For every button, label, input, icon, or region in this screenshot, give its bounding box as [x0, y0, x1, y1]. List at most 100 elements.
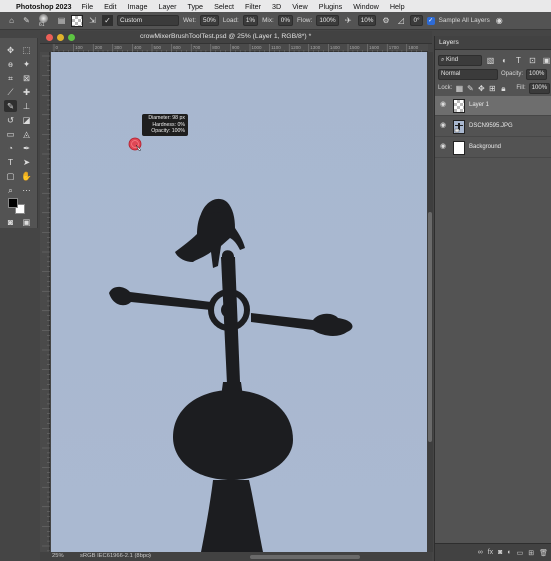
screen-mode-icon[interactable]: ▣ [20, 216, 33, 228]
horizontal-scrollbar-thumb[interactable] [250, 555, 360, 559]
clone-stamp-tool-icon[interactable]: ⊥ [20, 100, 33, 112]
cross-finial [221, 250, 234, 257]
dodge-tool-icon[interactable]: ◔ [4, 142, 17, 154]
clean-brush-icon[interactable]: ✓ [102, 15, 113, 26]
link-layers-icon[interactable]: ∞ [478, 549, 483, 556]
gradient-tool-icon[interactable]: ▭ [4, 128, 17, 140]
type-tool-icon[interactable]: T [4, 156, 17, 168]
brush-settings-icon[interactable]: ▤ [56, 15, 67, 26]
document-canvas[interactable]: Diameter: 98 px Hardness: 0% Opacity: 10… [51, 52, 427, 552]
path-selection-tool-icon[interactable]: ➤ [20, 156, 33, 168]
history-brush-tool-icon[interactable]: ↺ [4, 114, 17, 126]
menu-file[interactable]: File [82, 2, 94, 11]
smart-object-filter-icon[interactable]: ▣ [541, 55, 551, 66]
zoom-tool-icon[interactable]: ⌕ [4, 184, 17, 196]
mixer-brush-tool-button[interactable]: ✎ [4, 100, 17, 112]
preset-dropdown[interactable]: Custom [117, 15, 179, 26]
shape-tool-icon[interactable]: ▢ [4, 170, 17, 182]
layer-row-dscn9595[interactable]: ◉ DSCN9595.JPG [435, 117, 551, 137]
load-brush-icon[interactable]: ⇲ [87, 15, 98, 26]
home-icon[interactable]: ⌂ [6, 15, 17, 26]
layer-row-background[interactable]: ◉ Background [435, 138, 551, 158]
document-tab[interactable]: crowMixerBrushToolTest.psd @ 25% (Layer … [40, 31, 432, 44]
filter-kind-dropdown[interactable]: ⌕ Kind [438, 54, 482, 66]
smoothing-options-icon[interactable]: ⚙ [380, 15, 391, 26]
lock-all-icon[interactable]: 🔒︎ [499, 83, 507, 94]
app-name[interactable]: Photoshop 2023 [16, 2, 72, 11]
zoom-window-button[interactable] [68, 34, 75, 41]
layer-effects-icon[interactable]: fx [488, 549, 493, 556]
menu-help[interactable]: Help [390, 2, 405, 11]
mixer-brush-tool-icon[interactable]: ✎ [21, 15, 32, 26]
menu-window[interactable]: Window [353, 2, 379, 11]
mix-field[interactable]: 0% [277, 15, 294, 26]
foreground-color-swatch-front[interactable] [8, 198, 18, 208]
menu-edit[interactable]: Edit [104, 2, 116, 11]
fill-field[interactable]: 100% [528, 82, 551, 94]
airbrush-icon[interactable]: ✈ [343, 15, 354, 26]
minimize-window-button[interactable] [57, 34, 64, 41]
menu-select[interactable]: Select [214, 2, 234, 11]
marquee-tool-icon[interactable]: ⬚ [20, 44, 33, 56]
menu-plugins[interactable]: Plugins [319, 2, 343, 11]
layers-tab[interactable]: Layers [435, 36, 551, 50]
layer-name: Background [469, 144, 502, 150]
move-tool-icon[interactable]: ✥ [4, 44, 17, 56]
hand-tool-icon[interactable]: ✋ [20, 170, 33, 182]
new-group-icon[interactable]: ▭ [517, 549, 524, 557]
adjustment-filter-icon[interactable]: ◐ [499, 55, 510, 66]
sample-all-layers-checkbox[interactable]: ✓ [426, 16, 435, 25]
menu-3d[interactable]: 3D [272, 2, 281, 11]
lock-pixels-icon[interactable]: ✎ [466, 83, 474, 94]
layer-thumbnail [453, 141, 465, 155]
opacity-field[interactable]: 100% [526, 68, 548, 80]
smoothing-field[interactable]: 10% [357, 15, 377, 26]
flow-field[interactable]: 100% [316, 15, 339, 26]
pen-tool-icon[interactable]: ✒ [20, 142, 33, 154]
eyedropper-tool-icon[interactable]: ⟋ [4, 86, 17, 98]
menu-filter[interactable]: Filter [245, 2, 261, 11]
delete-layer-icon[interactable]: 🗑︎ [539, 549, 548, 557]
pixel-filter-icon[interactable]: ▧ [485, 55, 496, 66]
current-brush-load-swatch[interactable] [71, 14, 83, 27]
visibility-eye-icon[interactable]: ◉ [440, 143, 448, 151]
lock-artboard-icon[interactable]: ⊞ [488, 83, 496, 94]
status-chevron-icon[interactable]: › [148, 553, 150, 559]
lock-transparent-icon[interactable]: ▦ [455, 83, 464, 94]
quick-mask-icon[interactable]: ◙ [4, 216, 17, 228]
crop-tool-icon[interactable]: ⌗ [4, 72, 17, 84]
horizontal-ruler[interactable]: 0 100 200 300 400 500 600 700 800 900 1000 1100 1200… [52, 44, 428, 52]
lasso-tool-icon[interactable]: ɵ [4, 58, 17, 70]
load-field[interactable]: 1% [242, 15, 259, 26]
close-window-button[interactable] [46, 34, 53, 41]
menu-view[interactable]: View [292, 2, 307, 11]
menu-type[interactable]: Type [187, 2, 203, 11]
pressure-size-icon[interactable]: ◉ [494, 15, 505, 26]
visibility-eye-icon[interactable]: ◉ [440, 101, 448, 109]
new-layer-icon[interactable]: ⊞ [528, 549, 534, 557]
vertical-scrollbar[interactable] [427, 52, 433, 552]
blend-mode-dropdown[interactable]: Normal [438, 68, 498, 80]
layer-row-layer-1[interactable]: ◉ Layer 1 [435, 96, 551, 116]
type-filter-icon[interactable]: T [513, 55, 524, 66]
brush-preset-picker[interactable]: 61 [36, 13, 52, 28]
adjustment-layer-icon[interactable]: ◐ [507, 549, 511, 556]
vertical-scrollbar-thumb[interactable] [428, 212, 432, 442]
wet-field[interactable]: 50% [200, 15, 219, 26]
more-tools-icon[interactable]: ⋯ [20, 184, 33, 196]
shape-filter-icon[interactable]: ⊡ [527, 55, 538, 66]
layers-panel-footer: ∞ fx ◙ ◐ ▭ ⊞ 🗑︎ [435, 543, 551, 561]
angle-field[interactable]: 0° [410, 15, 423, 26]
vertical-ruler[interactable] [40, 52, 50, 552]
healing-brush-tool-icon[interactable]: ✚ [20, 86, 33, 98]
add-mask-icon[interactable]: ◙ [498, 549, 502, 556]
visibility-eye-icon[interactable]: ◉ [440, 122, 448, 130]
lock-position-icon[interactable]: ✥ [477, 83, 485, 94]
eraser-tool-icon[interactable]: ◪ [20, 114, 33, 126]
blur-tool-icon[interactable]: ◬ [20, 128, 33, 140]
menu-layer[interactable]: Layer [158, 2, 176, 11]
frame-tool-icon[interactable]: ⊠ [20, 72, 33, 84]
magic-wand-tool-icon[interactable]: ✦ [20, 58, 33, 70]
zoom-level[interactable]: 25% [52, 553, 64, 559]
menu-image[interactable]: Image [128, 2, 148, 11]
